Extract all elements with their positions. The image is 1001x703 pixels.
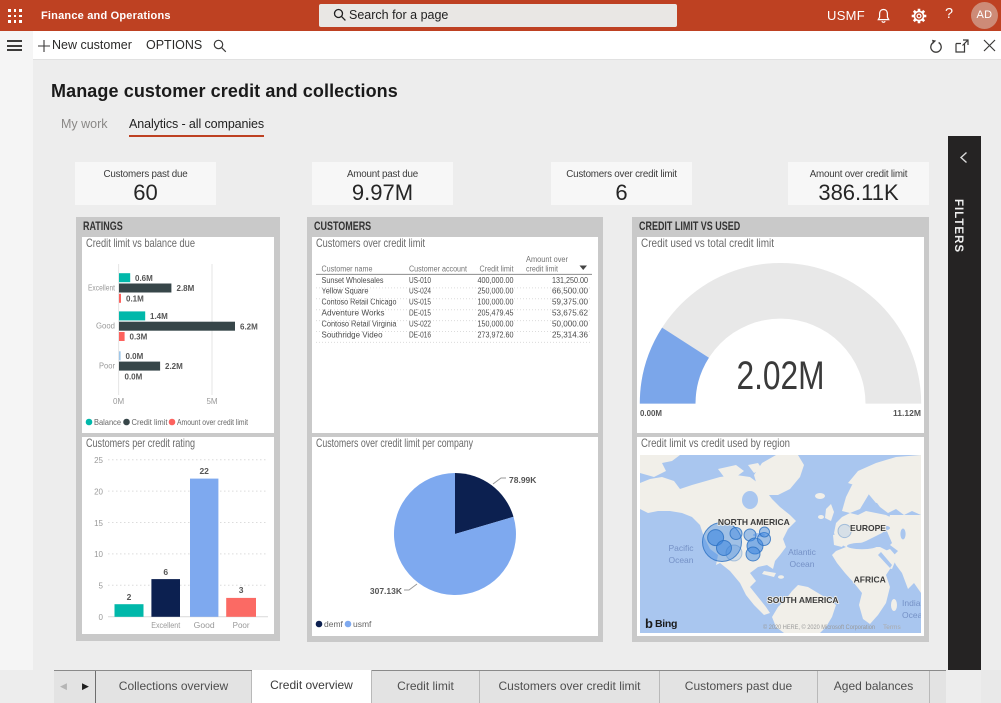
svg-text:Ocean: Ocean	[902, 610, 924, 620]
svg-text:Good: Good	[96, 322, 115, 331]
svg-text:3: 3	[239, 585, 244, 595]
svg-text:Customers per credit rating: Customers per credit rating	[86, 437, 195, 450]
svg-text:0.0M: 0.0M	[126, 352, 144, 361]
svg-text:400,000.00: 400,000.00	[478, 276, 514, 285]
svg-text:Amount over: Amount over	[526, 255, 568, 264]
svg-text:Indian: Indian	[902, 598, 924, 608]
svg-text:0.6M: 0.6M	[135, 274, 153, 283]
svg-text:Credit limit vs balance due: Credit limit vs balance due	[86, 237, 195, 250]
svg-text:22: 22	[199, 466, 209, 476]
svg-text:2.2M: 2.2M	[165, 362, 183, 371]
svg-text:307.13K: 307.13K	[370, 586, 403, 596]
svg-text:Credit limit vs credit used by: Credit limit vs credit used by region	[641, 437, 790, 450]
svg-text:Pacific: Pacific	[668, 543, 694, 553]
svg-text:0.3M: 0.3M	[130, 333, 148, 342]
svg-text:Balance: Balance	[94, 417, 121, 427]
svg-text:NORTH AMERICA: NORTH AMERICA	[718, 517, 790, 527]
svg-text:10: 10	[94, 550, 103, 559]
svg-text:Excellent: Excellent	[88, 284, 116, 293]
svg-text:2.02M: 2.02M	[737, 354, 825, 398]
svg-text:Terms: Terms	[883, 624, 901, 631]
svg-text:US-010: US-010	[409, 276, 431, 285]
svg-text:15: 15	[94, 519, 103, 528]
svg-text:Good: Good	[194, 620, 215, 630]
svg-text:78.99K: 78.99K	[509, 475, 537, 485]
svg-text:Atlantic: Atlantic	[788, 547, 817, 557]
svg-text:Customers over credit limit pe: Customers over credit limit per company	[316, 437, 473, 450]
svg-text:6: 6	[163, 567, 168, 577]
svg-text:0.0M: 0.0M	[125, 373, 143, 382]
svg-text:usmf: usmf	[353, 619, 372, 629]
svg-text:b: b	[645, 616, 653, 631]
svg-text:0M: 0M	[113, 397, 124, 406]
svg-text:2.8M: 2.8M	[177, 284, 195, 293]
svg-text:5: 5	[99, 582, 104, 591]
svg-text:Customer account: Customer account	[409, 265, 468, 274]
svg-text:© 2020 HERE, © 2020 Microsoft: © 2020 HERE, © 2020 Microsoft Corporatio…	[763, 623, 875, 631]
svg-text:AFRICA: AFRICA	[854, 574, 886, 584]
svg-text:Credit used vs total credit li: Credit used vs total credit limit	[641, 237, 775, 250]
svg-text:Poor: Poor	[99, 362, 115, 371]
svg-text:5M: 5M	[206, 397, 217, 406]
svg-text:0.1M: 0.1M	[126, 294, 144, 303]
svg-text:demf: demf	[324, 619, 344, 629]
svg-text:Customer name: Customer name	[322, 265, 373, 274]
svg-text:SOUTH AMERICA: SOUTH AMERICA	[767, 595, 838, 605]
svg-text:Sunset Wholesales: Sunset Wholesales	[322, 276, 384, 285]
svg-text:0.00M: 0.00M	[640, 408, 662, 418]
svg-text:Bing: Bing	[655, 618, 677, 630]
svg-text:25: 25	[94, 456, 103, 465]
svg-text:6.2M: 6.2M	[240, 322, 258, 331]
svg-text:2: 2	[127, 592, 132, 602]
svg-text:Poor: Poor	[233, 620, 250, 630]
svg-text:20: 20	[94, 487, 103, 496]
svg-text:131,250.00: 131,250.00	[552, 276, 588, 285]
svg-text:credit limit: credit limit	[526, 265, 559, 274]
svg-text:1.4M: 1.4M	[150, 312, 168, 321]
svg-text:Credit limit: Credit limit	[132, 417, 169, 427]
svg-text:Amount over credit limit: Amount over credit limit	[177, 417, 249, 427]
svg-text:Excellent: Excellent	[151, 620, 181, 630]
svg-text:Ocean: Ocean	[789, 559, 814, 569]
svg-text:0: 0	[99, 613, 104, 622]
svg-text:EUROPE: EUROPE	[850, 523, 886, 533]
svg-text:Customers over credit limit: Customers over credit limit	[316, 237, 426, 250]
svg-text:Ocean: Ocean	[668, 555, 693, 565]
svg-text:11.12M: 11.12M	[893, 408, 921, 418]
svg-text:Credit limit: Credit limit	[480, 265, 515, 274]
